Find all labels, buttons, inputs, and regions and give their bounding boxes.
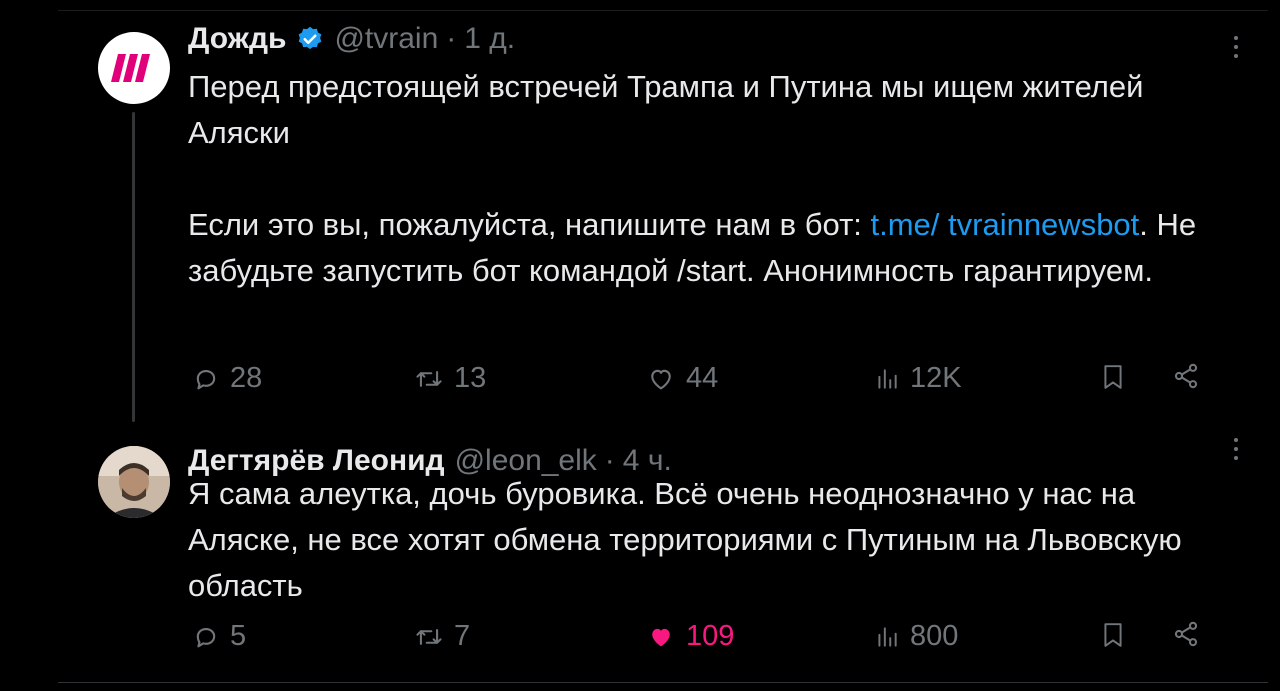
share-button[interactable] bbox=[1172, 620, 1200, 648]
retweet-button[interactable]: 7 bbox=[414, 620, 470, 653]
retweet-icon bbox=[416, 370, 442, 387]
reply-button[interactable]: 5 bbox=[192, 620, 246, 653]
retweet-count: 13 bbox=[454, 362, 487, 394]
share-button[interactable] bbox=[1172, 362, 1200, 390]
tweet-actions: 5 7 109 800 bbox=[188, 620, 1208, 660]
tweet-time[interactable]: 1 д. bbox=[464, 22, 515, 56]
tweet-tvrain[interactable]: Дождь @tvrain · 1 д. Перед предстоящей в… bbox=[0, 0, 1280, 422]
reply-icon bbox=[196, 627, 216, 647]
views-icon bbox=[878, 626, 897, 647]
reply-count: 5 bbox=[230, 620, 247, 652]
bot-link[interactable]: t.me/ tvrainnewsbot bbox=[871, 207, 1140, 242]
bottom-divider bbox=[58, 682, 1268, 683]
tweet-text-segment: Если это вы, пожалуйста, напишите нам в … bbox=[188, 207, 871, 242]
avatar[interactable] bbox=[98, 446, 170, 518]
reply-icon bbox=[196, 369, 216, 389]
share-icon bbox=[1174, 363, 1198, 389]
views-button[interactable]: 12K bbox=[874, 362, 962, 395]
more-icon[interactable] bbox=[1234, 36, 1240, 58]
separator-dot: · bbox=[446, 22, 457, 55]
like-button[interactable]: 109 bbox=[646, 620, 734, 653]
person-photo-icon bbox=[98, 446, 170, 518]
bookmark-icon bbox=[1104, 365, 1122, 389]
like-count: 109 bbox=[686, 620, 735, 652]
share-icon bbox=[1174, 621, 1198, 647]
tvrain-logo-icon bbox=[111, 54, 150, 82]
like-button[interactable]: 44 bbox=[646, 362, 718, 395]
like-count: 44 bbox=[686, 362, 719, 394]
tweet-paragraph: Я сама алеутка, дочь буровика. Всё очень… bbox=[188, 476, 1182, 603]
heart-icon bbox=[651, 369, 671, 389]
views-button[interactable]: 800 bbox=[874, 620, 958, 653]
avatar[interactable] bbox=[98, 32, 170, 104]
retweet-button[interactable]: 13 bbox=[414, 362, 486, 395]
views-icon bbox=[878, 368, 897, 389]
views-count: 800 bbox=[910, 620, 959, 652]
tweet-actions: 28 13 44 12K bbox=[188, 362, 1208, 402]
reply-count: 28 bbox=[230, 362, 263, 394]
tweet-text: Перед предстоящей встречей Трампа и Пути… bbox=[188, 64, 1198, 294]
heart-icon bbox=[652, 628, 670, 646]
bookmark-icon bbox=[1104, 623, 1122, 647]
author-handle[interactable]: @tvrain bbox=[334, 22, 438, 56]
thread-connector bbox=[132, 112, 135, 422]
views-count: 12K bbox=[910, 362, 962, 394]
retweet-icon bbox=[416, 628, 442, 645]
more-icon[interactable] bbox=[1234, 438, 1240, 460]
tweet-paragraph: Перед предстоящей встречей Трампа и Пути… bbox=[188, 69, 1144, 150]
tweet-text: Я сама алеутка, дочь буровика. Всё очень… bbox=[188, 471, 1198, 609]
tweet-header: Дождь @tvrain · 1 д. bbox=[188, 22, 515, 56]
bookmark-button[interactable] bbox=[1100, 620, 1126, 650]
tweet-paragraph: Если это вы, пожалуйста, напишите нам в … bbox=[188, 202, 1198, 294]
reply-button[interactable]: 28 bbox=[192, 362, 262, 395]
tweet-leon-elk[interactable]: Дегтярёв Леонид @leon_elk · 4 ч. Я сама … bbox=[0, 420, 1280, 682]
bookmark-button[interactable] bbox=[1100, 362, 1126, 392]
retweet-count: 7 bbox=[454, 620, 471, 652]
author-name[interactable]: Дождь bbox=[188, 22, 286, 56]
verified-badge-icon bbox=[296, 25, 324, 53]
